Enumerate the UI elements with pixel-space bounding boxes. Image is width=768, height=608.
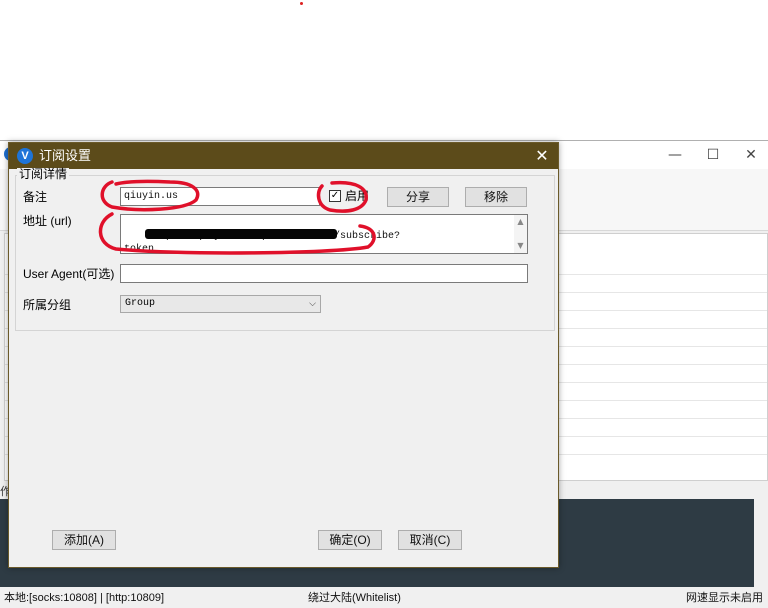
address-label: 地址 (url) — [23, 214, 72, 228]
check-icon: ✓ — [330, 190, 340, 201]
scroll-up-icon[interactable]: ▲ — [514, 216, 527, 228]
chevron-down-icon: ⌵ — [309, 299, 316, 309]
redacted-token — [145, 229, 337, 239]
group-select-label: 所属分组 — [23, 298, 72, 312]
ok-button[interactable]: 确定(O) — [318, 530, 382, 550]
subscription-settings-dialog: V 订阅设置 ✕ 订阅详情 备注 qiuyin.us ✓ 启用 分享 移除 地址… — [8, 142, 559, 568]
stray-red-dot — [300, 2, 303, 5]
dialog-title: 订阅设置 — [39, 148, 92, 163]
user-agent-input[interactable] — [120, 264, 528, 283]
maximize-button[interactable]: ☐ — [698, 145, 728, 165]
cancel-button[interactable]: 取消(C) — [398, 530, 462, 550]
status-local-ports: 本地:[socks:10808] | [http:10809] — [4, 592, 165, 604]
status-bar: 本地:[socks:10808] | [http:10809] 绕过大陆(Whi… — [0, 589, 768, 608]
scroll-down-icon[interactable]: ▼ — [514, 240, 527, 252]
address-scrollbar[interactable]: ▲ ▼ — [514, 215, 527, 253]
enable-label: 启用 — [345, 189, 370, 203]
dialog-close-button[interactable]: ✕ — [530, 145, 554, 167]
group-select[interactable]: Group ⌵ — [120, 295, 321, 313]
user-agent-label: User Agent(可选) — [23, 267, 115, 281]
remove-button[interactable]: 移除 — [465, 187, 527, 207]
status-routing[interactable]: 绕过大陆(Whitelist) — [308, 589, 401, 608]
close-window-button[interactable]: ✕ — [736, 145, 766, 165]
dialog-titlebar[interactable]: V 订阅设置 ✕ — [9, 143, 558, 169]
remark-input[interactable]: qiuyin.us — [120, 187, 320, 206]
share-button[interactable]: 分享 — [387, 187, 449, 207]
minimize-button[interactable]: — — [660, 145, 690, 165]
status-speed: 网速显示未启用 — [686, 592, 763, 604]
add-button[interactable]: 添加(A) — [52, 530, 116, 550]
group-select-value: Group — [125, 298, 156, 309]
enable-checkbox[interactable]: ✓ — [329, 190, 341, 202]
group-title: 订阅详情 — [17, 167, 70, 181]
v2rayn-logo-icon: V — [17, 148, 33, 164]
remark-label: 备注 — [23, 190, 48, 204]
